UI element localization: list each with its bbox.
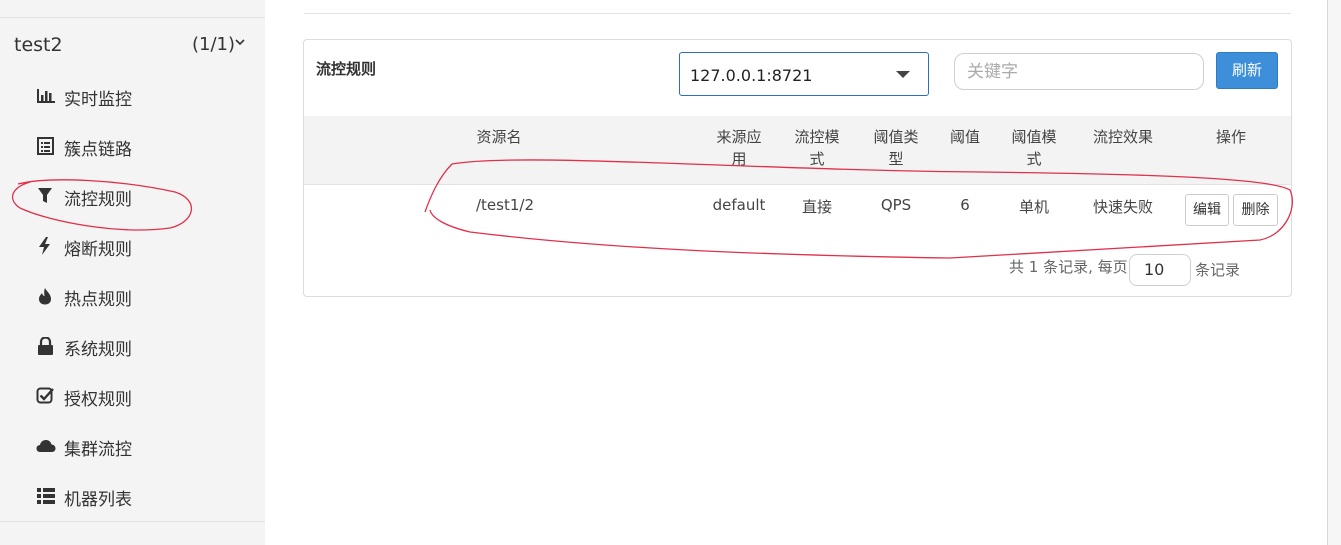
flow-rules-panel: 流控规则 127.0.0.1:8721 刷新 资源名 来源应 用 流控模 式 阈… xyxy=(303,39,1292,297)
chevron-down-icon xyxy=(235,39,245,46)
cloud-icon xyxy=(36,440,56,452)
keyword-search-input[interactable] xyxy=(954,53,1204,90)
sidebar-item-label: 集群流控 xyxy=(64,440,132,460)
sidebar-item-label: 热点规则 xyxy=(64,290,132,310)
sidebar-item-label: 机器列表 xyxy=(64,490,132,510)
check-square-icon xyxy=(36,387,54,404)
sidebar-divider xyxy=(0,521,265,522)
cell-control-mode: 直接 xyxy=(801,198,832,216)
cell-resource: /test1/2 xyxy=(476,196,535,214)
delete-button[interactable]: 删除 xyxy=(1233,194,1278,226)
sidebar-item-label: 实时监控 xyxy=(64,90,132,110)
machine-select-value: 127.0.0.1:8721 xyxy=(690,66,813,85)
app-submenu: 实时监控 簇点链路 流控规则 熔断规则 热点规则 系统规则 授权规则 集群流控 … xyxy=(0,70,265,520)
table-row: /test1/2 default 直接 QPS 6 单机 快速失败 编辑 删除 xyxy=(304,184,1291,236)
sidebar-item-system-rules[interactable]: 系统规则 xyxy=(0,320,265,370)
cell-threshold: 6 xyxy=(960,196,970,214)
pagination-suffix: 条记录 xyxy=(1195,261,1241,279)
sidebar-item-flow-rules[interactable]: 流控规则 xyxy=(0,170,265,220)
sidebar-item-label: 流控规则 xyxy=(64,190,132,210)
cell-effect: 快速失败 xyxy=(1092,198,1153,216)
bar-chart-icon xyxy=(37,89,55,103)
sidebar-top-item xyxy=(0,0,265,18)
th-operations: 操作 xyxy=(1215,128,1246,146)
window-edge-scrollbar[interactable] xyxy=(1327,0,1341,545)
sidebar-item-label: 簇点链路 xyxy=(64,140,132,160)
sidebar-item-authority-rules[interactable]: 授权规则 xyxy=(0,370,265,420)
th-origin: 来源应 用 xyxy=(716,128,762,168)
th-threshold-mode: 阈值模 式 xyxy=(1011,128,1057,168)
sidebar-item-machine-list[interactable]: 机器列表 xyxy=(0,470,265,520)
lock-icon xyxy=(38,337,53,355)
sidebar: test2 (1/1) 实时监控 簇点链路 流控规则 熔断规则 热点规则 系统规… xyxy=(0,0,265,545)
rules-table-header: 资源名 来源应 用 流控模 式 阈值类 型 阈值 阈值模 式 流控效果 操作 xyxy=(304,116,1291,184)
panel-title: 流控规则 xyxy=(316,60,377,78)
th-effect: 流控效果 xyxy=(1092,128,1153,146)
sidebar-item-degrade-rules[interactable]: 熔断规则 xyxy=(0,220,265,270)
app-machine-count: (1/1) xyxy=(192,34,236,55)
sidebar-item-realtime-monitor[interactable]: 实时监控 xyxy=(0,70,265,120)
th-threshold: 阈值 xyxy=(949,128,980,146)
th-control-mode: 流控模 式 xyxy=(794,128,840,168)
page-size-input[interactable]: 10 xyxy=(1129,254,1191,286)
filter-icon xyxy=(38,188,52,203)
sidebar-item-hotspot-rules[interactable]: 热点规则 xyxy=(0,270,265,320)
sidebar-item-label: 授权规则 xyxy=(64,390,132,410)
sidebar-item-label: 熔断规则 xyxy=(64,240,132,260)
th-resource: 资源名 xyxy=(476,128,522,146)
sidebar-item-cluster-link[interactable]: 簇点链路 xyxy=(0,120,265,170)
app-header-test2[interactable]: test2 (1/1) xyxy=(0,18,265,70)
sidebar-item-cluster-flow[interactable]: 集群流控 xyxy=(0,420,265,470)
refresh-button[interactable]: 刷新 xyxy=(1216,52,1278,89)
cell-threshold-type: QPS xyxy=(880,196,912,214)
list-icon xyxy=(37,137,54,155)
sidebar-item-label: 系统规则 xyxy=(64,340,132,360)
content-divider xyxy=(304,13,1291,14)
th-list-icon xyxy=(37,488,55,504)
pagination-summary: 共 1 条记录, 每页 xyxy=(1009,258,1128,276)
cell-threshold-mode: 单机 xyxy=(1018,198,1049,216)
fire-icon xyxy=(39,288,51,305)
edit-button[interactable]: 编辑 xyxy=(1185,194,1229,226)
app-name: test2 xyxy=(14,34,63,56)
th-threshold-type: 阈值类 型 xyxy=(873,128,919,168)
machine-select[interactable]: 127.0.0.1:8721 xyxy=(679,52,929,96)
cell-origin: default xyxy=(712,196,766,214)
caret-down-icon xyxy=(896,71,910,78)
bolt-icon xyxy=(39,237,50,255)
